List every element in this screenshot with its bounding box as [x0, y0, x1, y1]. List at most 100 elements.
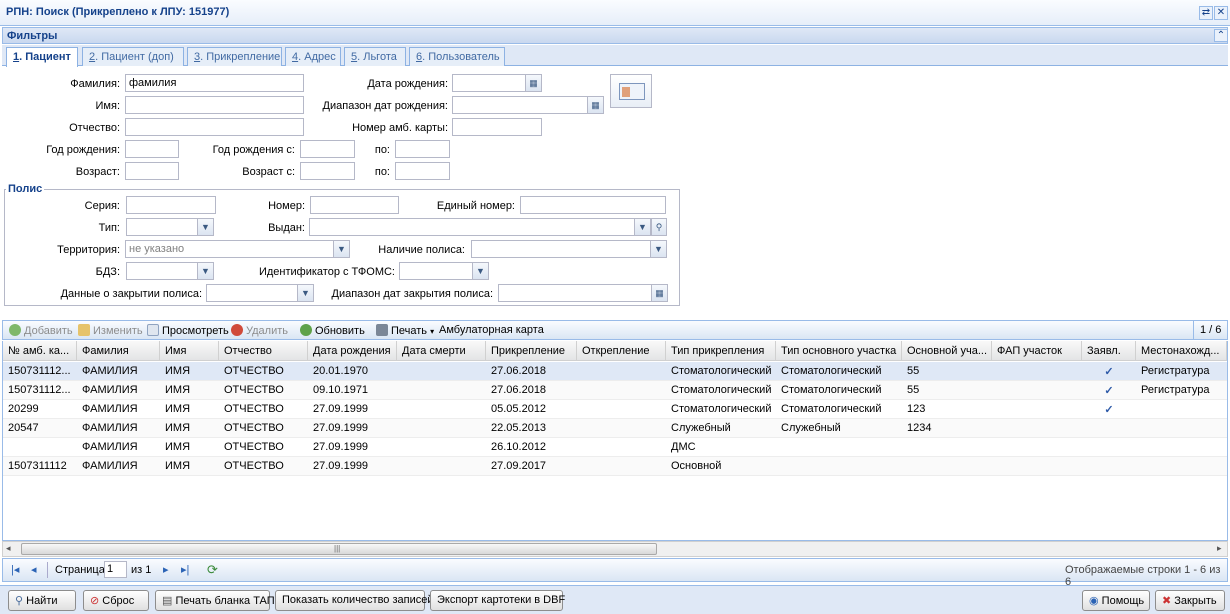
age-to-input[interactable] — [395, 162, 450, 180]
policy-presence-select[interactable] — [471, 240, 651, 258]
cell-fap-area — [992, 362, 1082, 381]
cell-main-area-type — [776, 438, 902, 457]
column-header-name[interactable]: Имя — [160, 341, 219, 361]
table-row[interactable]: 20299 ФАМИЛИЯ ИМЯ ОТЧЕСТВО 27.09.1999 05.05.2… — [3, 400, 1227, 419]
horizontal-scrollbar[interactable]: ◂ ||| ▸ — [2, 541, 1228, 557]
tab-patient[interactable]: 1. Пациент — [6, 47, 78, 67]
column-header-location[interactable]: Местонахожд... — [1136, 341, 1227, 361]
bdz-select[interactable] — [126, 262, 198, 280]
cell-birthdate: 27.09.1999 — [313, 441, 369, 453]
cell-detach-date — [577, 419, 666, 438]
add-button[interactable]: Добавить — [9, 324, 73, 337]
column-header-fap-area[interactable]: ФАП участок — [992, 341, 1082, 361]
column-header-main-area-type[interactable]: Тип основного участка — [776, 341, 902, 361]
last-page-icon[interactable]: ▸| — [181, 563, 189, 576]
next-page-icon[interactable]: ▸ — [163, 563, 169, 576]
id-card-button[interactable] — [610, 74, 652, 108]
column-header-birthdate[interactable]: Дата рождения — [308, 341, 397, 361]
territory-select[interactable]: не указано — [125, 240, 334, 258]
refresh-button[interactable]: Обновить — [300, 324, 365, 337]
policy-presence-dropdown-icon[interactable]: ▼ — [651, 240, 667, 258]
tab-patient-extra[interactable]: 2. Пациент (доп) — [82, 47, 184, 66]
close-button[interactable]: ✖ Закрыть — [1155, 590, 1225, 611]
tab-benefit[interactable]: 5. Льгота — [344, 47, 406, 66]
table-row[interactable]: 150731112... ФАМИЛИЯ ИМЯ ОТЧЕСТВО 20.01.1970… — [3, 362, 1227, 381]
refresh-page-icon[interactable]: ⟳ — [207, 562, 218, 578]
scroll-thumb[interactable]: ||| — [21, 543, 657, 555]
tfoms-dropdown-icon[interactable]: ▼ — [473, 262, 489, 280]
age-from-input[interactable] — [300, 162, 355, 180]
birth-year-to-input[interactable] — [395, 140, 450, 158]
export-dbf-button[interactable]: Экспорт картотеки в DBF — [430, 590, 565, 611]
print-tap-button[interactable]: ▤ Печать бланка ТАП — [155, 590, 275, 611]
cell-amb-card-number: 20299 — [8, 403, 39, 415]
page-input[interactable]: 1 — [104, 561, 127, 578]
unified-number-input[interactable] — [520, 196, 666, 214]
birth-year-label: Год рождения: — [46, 144, 120, 156]
table-row[interactable]: 1507311112 ФАМИЛИЯ ИМЯ ОТЧЕСТВО 27.09.1999 27… — [3, 457, 1227, 476]
filters-header[interactable]: Фильтры ⌃ — [2, 27, 1228, 44]
amb-card-button[interactable]: Амбулаторная карта — [439, 324, 544, 336]
age-input[interactable] — [125, 162, 179, 180]
column-header-patronymic[interactable]: Отчество — [219, 341, 308, 361]
table-row[interactable]: 20547 ФАМИЛИЯ ИМЯ ОТЧЕСТВО 27.09.1999 22.05.2… — [3, 419, 1227, 438]
scroll-right-icon[interactable]: ▸ — [1217, 543, 1222, 554]
show-count-button[interactable]: Показать количество записей — [275, 590, 434, 611]
find-button[interactable]: ⚲ Найти — [8, 590, 76, 611]
patronymic-input[interactable] — [125, 118, 304, 136]
birthdate-input[interactable] — [452, 74, 526, 92]
column-header-amb-card-number[interactable]: № амб. ка... — [3, 341, 77, 361]
amb-card-input[interactable] — [452, 118, 542, 136]
closing-data-select[interactable] — [206, 284, 298, 302]
name-input[interactable] — [125, 96, 304, 114]
unified-number-label: Единый номер: — [436, 200, 515, 212]
search-icon[interactable]: ⚲ — [651, 218, 667, 236]
surname-input[interactable]: фамилия — [125, 74, 304, 92]
birthdate-range-input[interactable] — [452, 96, 588, 114]
column-header-main-area[interactable]: Основной уча... — [902, 341, 992, 361]
reset-button[interactable]: ⊘ Сброс — [83, 590, 149, 611]
close-icon[interactable]: ✕ — [1214, 6, 1228, 20]
column-header-surname[interactable]: Фамилия — [77, 341, 160, 361]
tab-attachment[interactable]: 3. Прикрепление — [187, 47, 282, 66]
print-button[interactable]: Печать ▾ — [376, 324, 434, 337]
closing-data-dropdown-icon[interactable]: ▼ — [298, 284, 314, 302]
issued-dropdown-icon[interactable]: ▼ — [635, 218, 651, 236]
grip-icon: ||| — [334, 544, 341, 553]
closing-range-input[interactable] — [498, 284, 652, 302]
type-dropdown-icon[interactable]: ▼ — [198, 218, 214, 236]
view-button[interactable]: Просмотреть — [147, 324, 229, 337]
tfoms-select[interactable] — [399, 262, 473, 280]
tab-user[interactable]: 6. Пользователь — [409, 47, 505, 66]
calendar-range-icon[interactable]: ▦ — [588, 96, 604, 114]
table-row[interactable]: 150731112... ФАМИЛИЯ ИМЯ ОТЧЕСТВО 09.10.1971… — [3, 381, 1227, 400]
column-header-attach-date[interactable]: Прикрепление — [486, 341, 577, 361]
delete-button[interactable]: Удалить — [231, 324, 288, 337]
cell-attach-type: Стоматологический — [671, 403, 772, 415]
column-header-death-date[interactable]: Дата смерти — [397, 341, 486, 361]
column-header-attach-type[interactable]: Тип прикрепления — [666, 341, 776, 361]
birth-year-input[interactable] — [125, 140, 179, 158]
prev-page-icon[interactable]: ◂ — [31, 563, 37, 576]
cell-surname: ФАМИЛИЯ — [82, 441, 138, 453]
cell-birthdate: 09.10.1971 — [313, 384, 369, 396]
closing-calendar-icon[interactable]: ▦ — [652, 284, 668, 302]
collapse-icon[interactable]: ⌃ — [1214, 29, 1228, 42]
birth-year-from-input[interactable] — [300, 140, 355, 158]
bdz-dropdown-icon[interactable]: ▼ — [198, 262, 214, 280]
help-button[interactable]: ◉ Помощь — [1082, 590, 1150, 611]
calendar-icon[interactable]: ▦ — [526, 74, 542, 92]
column-header-application[interactable]: Заявл. — [1082, 341, 1136, 361]
number-input[interactable] — [310, 196, 399, 214]
type-select[interactable] — [126, 218, 198, 236]
series-input[interactable] — [126, 196, 216, 214]
issued-select[interactable] — [309, 218, 635, 236]
first-page-icon[interactable]: |◂ — [11, 563, 19, 576]
table-row[interactable]: ФАМИЛИЯ ИМЯ ОТЧЕСТВО 27.09.1999 26.10.2012 ДМ… — [3, 438, 1227, 457]
edit-button[interactable]: Изменить — [78, 324, 143, 337]
territory-dropdown-icon[interactable]: ▼ — [334, 240, 350, 258]
restore-icon[interactable]: ⇄ — [1199, 6, 1213, 20]
tab-address[interactable]: 4. Адрес — [285, 47, 341, 66]
scroll-left-icon[interactable]: ◂ — [6, 543, 11, 554]
column-header-detach-date[interactable]: Открепление — [577, 341, 666, 361]
